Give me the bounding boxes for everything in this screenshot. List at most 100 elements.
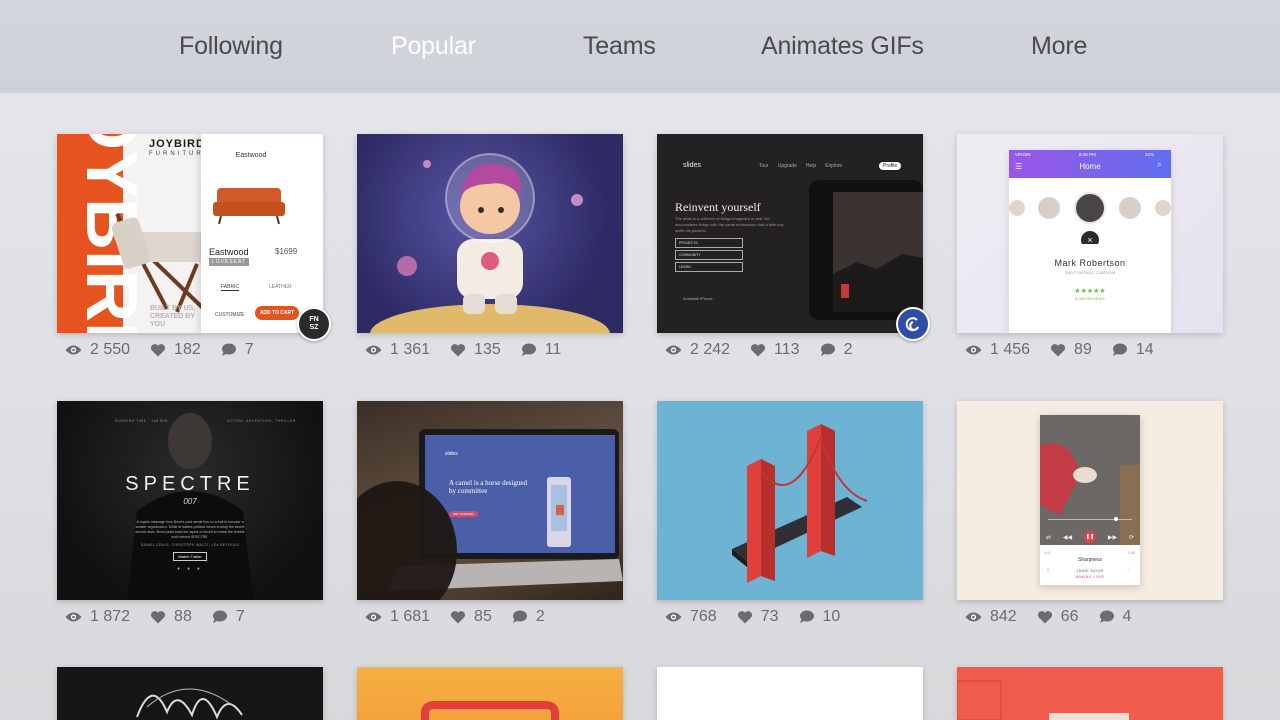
shot-stats: 842 66 4: [965, 607, 1151, 627]
team-badge-fnsz[interactable]: FN SZ: [297, 307, 331, 341]
heart-icon: [450, 611, 466, 624]
badge-fnsz-label: FN SZ: [309, 316, 319, 331]
top-navigation-bar: Following Popular Teams Animates GIFs Mo…: [0, 0, 1280, 93]
likes-count: 66: [1037, 608, 1079, 626]
shot-thumbnail-music-player[interactable]: ⇄ ◀◀ ❚❚ ▶▶ ⟳ 0:41 2:48 Sharpness JAMIE M…: [957, 401, 1223, 600]
repeat-icon[interactable]: ⟳: [1129, 534, 1134, 541]
comment-icon: [221, 343, 236, 356]
shot-artwork: [421, 701, 559, 720]
time-end: 2:48: [1128, 551, 1135, 555]
status-carrier: VIRGIN: [1015, 152, 1031, 157]
shot-thumbnail-astronaut[interactable]: [357, 134, 623, 333]
home-title: Home: [1079, 162, 1101, 171]
profile-name: Mark Robertson: [1054, 258, 1126, 268]
shot-artwork: [957, 680, 1129, 720]
comments-count: 10: [799, 608, 840, 626]
progress-knob[interactable]: [1114, 517, 1118, 521]
pause-button[interactable]: ❚❚: [1083, 531, 1096, 543]
heart-icon: [450, 344, 466, 357]
heart-icon[interactable]: ♡: [1126, 567, 1131, 574]
views-count: 1 681: [365, 608, 430, 626]
eye-icon: [365, 612, 382, 622]
comment-icon: [820, 343, 835, 356]
spectre-synopsis: A cryptic message from Bond's past sends…: [135, 520, 245, 539]
eye-icon: [665, 345, 682, 355]
likes-count: 113: [750, 341, 800, 359]
nav-tab-popular[interactable]: Popular: [391, 0, 476, 93]
likes-count: 73: [737, 608, 779, 626]
nav-tab-animated-gifs[interactable]: Animates GIFs: [761, 0, 924, 93]
views-count: 842: [965, 608, 1017, 626]
social-icons: ♦ ♦ ♦: [177, 566, 203, 572]
likes-count: 135: [450, 341, 501, 359]
joybird-brand: JOYBIRD: [149, 138, 205, 150]
nav-tab-teams[interactable]: Teams: [583, 0, 656, 93]
nav-tab-following[interactable]: Following: [179, 0, 283, 93]
shuffle-icon[interactable]: ⇄: [1046, 534, 1051, 541]
spectre-title: SPECTRE: [125, 473, 255, 495]
player-controls: ⇄ ◀◀ ❚❚ ▶▶ ⟳: [1040, 529, 1140, 545]
shot-stats: 2 550 182 7: [65, 340, 274, 360]
views-count: 1 872: [65, 608, 130, 626]
shot-thumbnail-profile-app[interactable]: VIRGIN 8:46 PM 22% ☰ Home ⌕ × Mark Rober…: [957, 134, 1223, 333]
comment-icon: [521, 343, 536, 356]
progress-bar[interactable]: [1048, 519, 1132, 520]
track-title: Sharpness: [1078, 557, 1102, 563]
views-count: 1 361: [365, 341, 430, 359]
laptop-get-started[interactable]: GET STARTED: [449, 511, 478, 517]
shot-thumbnail-bridge[interactable]: [657, 401, 923, 600]
shot-stats: 1 681 85 2: [365, 607, 565, 627]
eye-icon: [965, 612, 982, 622]
views-count: 1 456: [965, 341, 1030, 359]
rating-stars: ★★★★★: [1074, 288, 1106, 295]
phone-mockup: Eastwood Eastwood $1699 LOVESEAT FABRIC …: [201, 134, 323, 333]
shot-thumbnail-slides-dark[interactable]: slides Tour Upgrade Help Explore Profile…: [657, 134, 923, 333]
search-icon[interactable]: ⌕: [1157, 160, 1161, 170]
shot-artwork: [370, 153, 610, 333]
prev-icon[interactable]: ◀◀: [1063, 534, 1072, 541]
status-battery: 22%: [1145, 152, 1155, 157]
add-to-cart-button[interactable]: ADD TO CART: [255, 306, 299, 320]
spectre-subtitle: 007: [183, 497, 197, 506]
watch-trailer-button[interactable]: Watch Trailer: [173, 552, 207, 561]
shot-thumbnail-joybird[interactable]: OYBIRD JOYBIRD FURNITURE BUILT BY US, CR…: [57, 134, 323, 333]
shot-artwork: [357, 429, 623, 600]
option-leather[interactable]: LEATHER: [269, 284, 292, 290]
shot-thumbnail-calligraphy[interactable]: [57, 667, 323, 720]
shot-thumbnail-laptop[interactable]: slides A camel is a horse designed by co…: [357, 401, 623, 600]
shot-thumbnail-red[interactable]: [957, 667, 1223, 720]
product-name: Eastwood: [209, 247, 249, 257]
eye-icon: [365, 345, 382, 355]
next-icon[interactable]: ▶▶: [1108, 534, 1117, 541]
track-album: MAKING LOVE: [1075, 575, 1105, 579]
shot-stats: 2 242 113 2: [665, 340, 872, 360]
comments-count: 4: [1099, 608, 1131, 626]
comments-count: 2: [512, 608, 545, 626]
shot-artwork: [732, 424, 868, 583]
profile-location: San Francisco, California: [1064, 270, 1116, 275]
views-count: 2 242: [665, 341, 730, 359]
views-count: 768: [665, 608, 717, 626]
likes-count: 85: [450, 608, 492, 626]
heart-icon: [750, 344, 766, 357]
comment-icon: [512, 610, 527, 623]
eye-icon: [665, 612, 682, 622]
nav-tab-more[interactable]: More: [1031, 0, 1087, 93]
team-badge-swirl[interactable]: [896, 307, 930, 341]
shot-thumbnail-white[interactable]: [657, 667, 923, 720]
heart-icon: [150, 611, 166, 624]
available-footer: Available iPhone: [683, 296, 713, 301]
likes-count: 182: [150, 341, 201, 359]
option-fabric[interactable]: FABRIC: [221, 284, 240, 291]
eye-icon: [965, 345, 982, 355]
comments-count: 7: [212, 608, 245, 626]
comments-count: 2: [820, 341, 852, 359]
comments-count: 7: [221, 341, 254, 359]
add-icon[interactable]: +: [1046, 567, 1050, 574]
svg-text:S: S: [797, 263, 805, 278]
shot-thumbnail-spectre[interactable]: RUNNING TIME · 148 MIN ACTION, ADVENTURE…: [57, 401, 323, 600]
customize-button[interactable]: CUSTOMIZE: [215, 312, 244, 318]
eye-icon: [65, 612, 82, 622]
eye-icon: [65, 345, 82, 355]
shot-thumbnail-orange[interactable]: [357, 667, 623, 720]
